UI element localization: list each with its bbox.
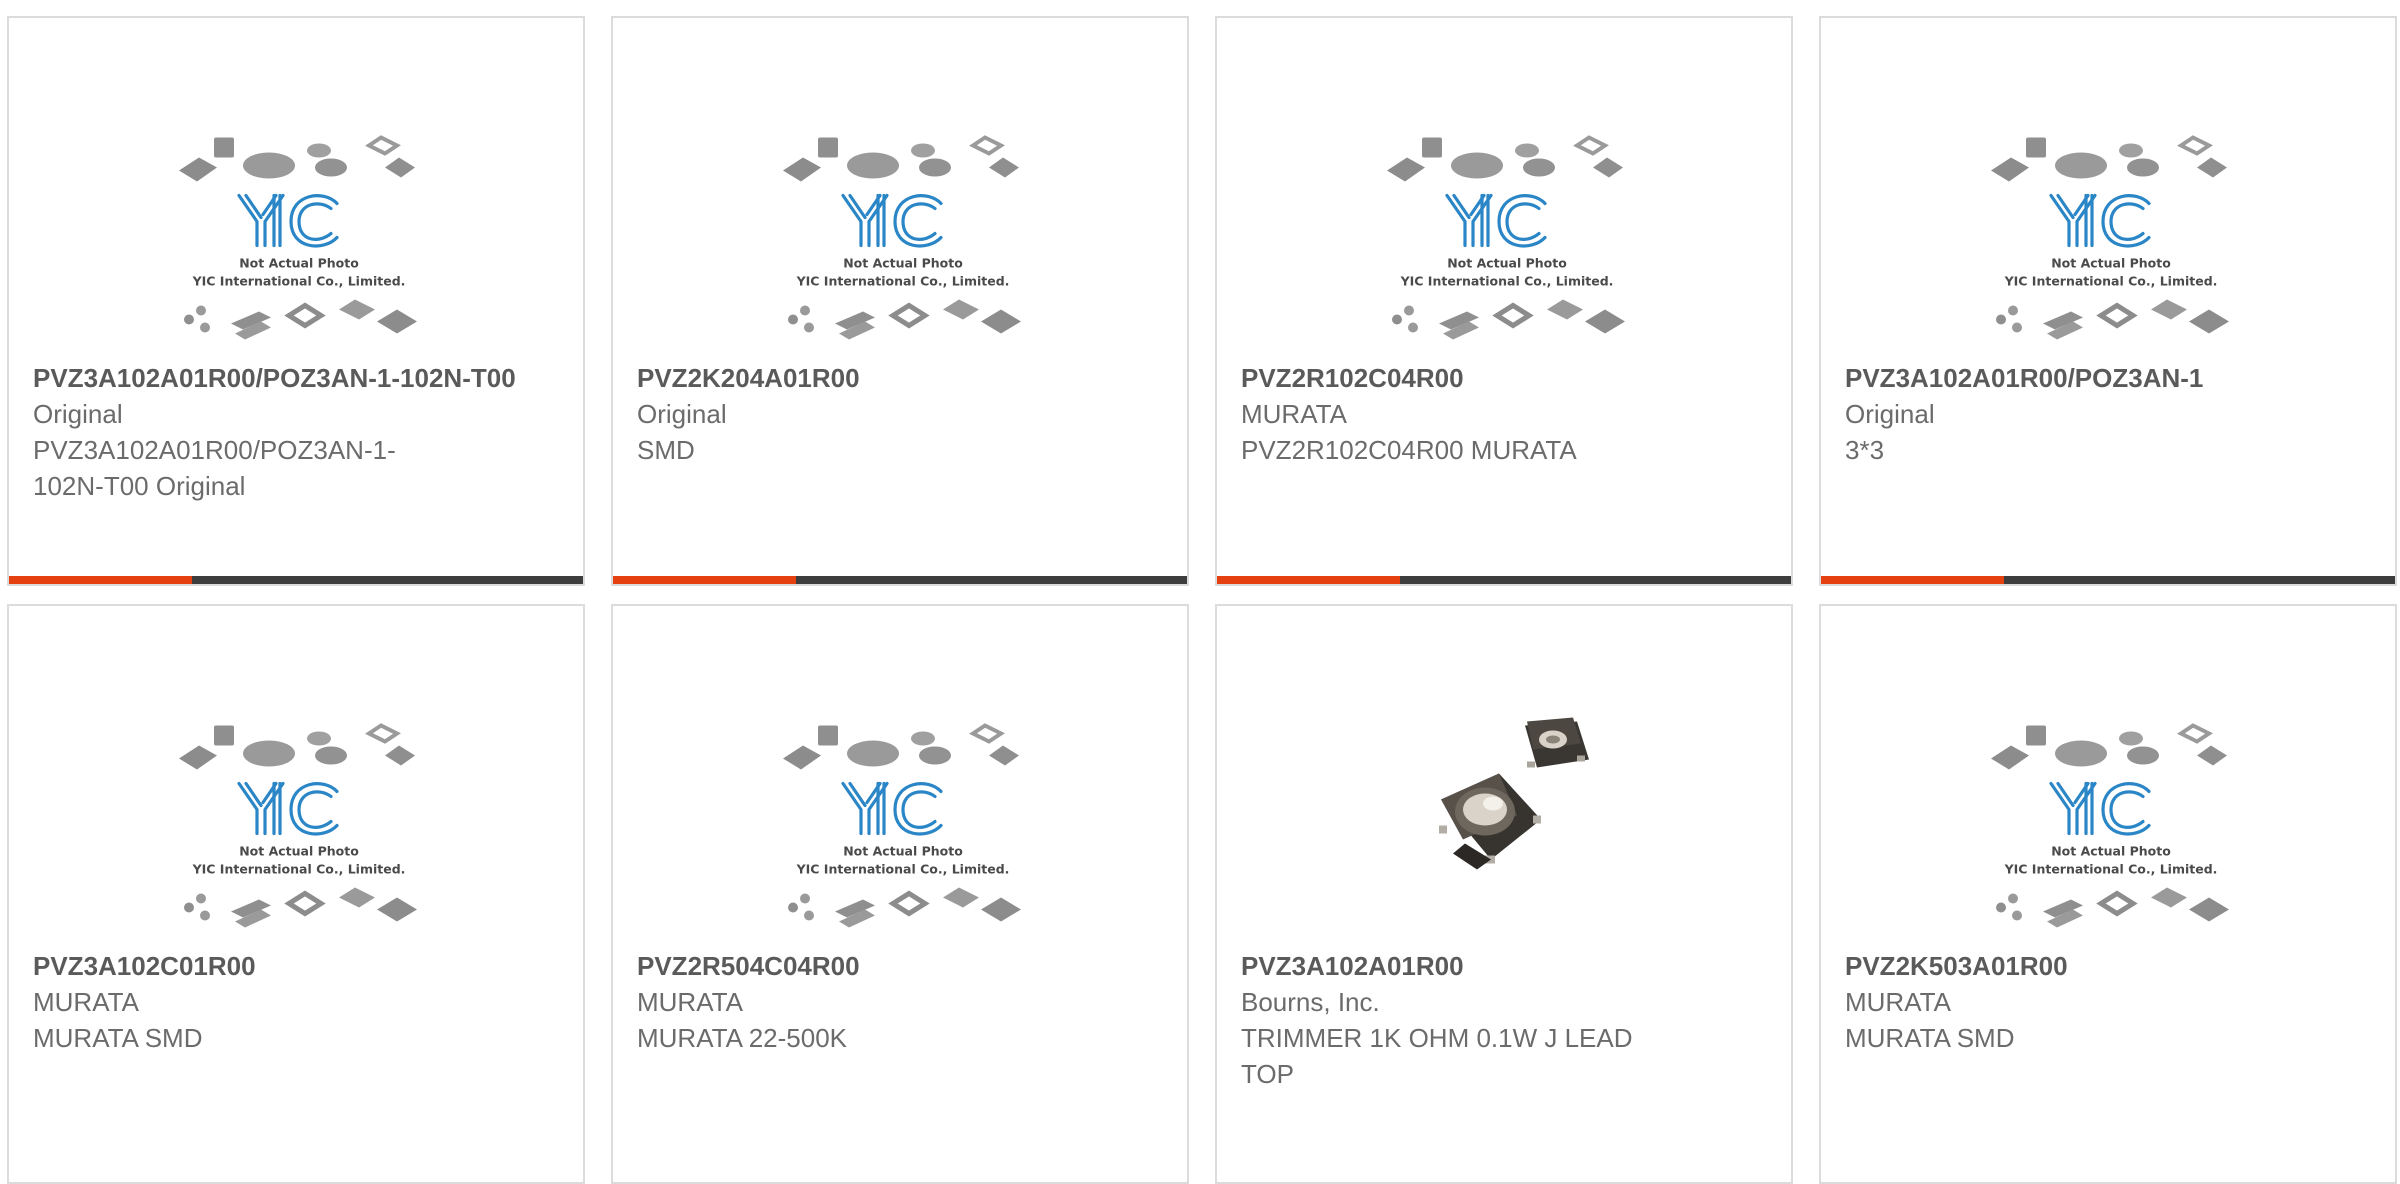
product-brand: MURATA xyxy=(1845,987,1951,1017)
card-accent-bar xyxy=(613,576,796,584)
product-card[interactable]: PVZ3A102A01R00/POZ3AN-1 Original 3*3 xyxy=(1819,16,2397,586)
product-image[interactable] xyxy=(763,691,1043,946)
product-brand: MURATA xyxy=(33,987,139,1017)
product-description: TRIMMER 1K OHM 0.1W J LEAD TOP xyxy=(1241,1023,1633,1089)
product-card[interactable]: PVZ3A102A01R00 Bourns, Inc. TRIMMER 1K O… xyxy=(1215,604,1793,1184)
card-bottom-bar xyxy=(1821,576,2395,584)
product-card[interactable]: PVZ2R102C04R00 MURATA PVZ2R102C04R00 MUR… xyxy=(1215,16,1793,586)
product-description: MURATA 22-500K xyxy=(637,1023,848,1053)
product-card[interactable]: PVZ2K204A01R00 Original SMD xyxy=(611,16,1189,586)
product-description: PVZ2R102C04R00 MURATA xyxy=(1241,435,1577,465)
product-image[interactable] xyxy=(1367,103,1647,358)
product-part-number[interactable]: PVZ2R504C04R00 xyxy=(637,948,1177,984)
product-part-number[interactable]: PVZ2R102C04R00 xyxy=(1241,360,1781,396)
product-card[interactable]: PVZ2K503A01R00 MURATA MURATA SMD xyxy=(1819,604,2397,1184)
product-description: PVZ3A102A01R00/POZ3AN-1-102N-T00 Origina… xyxy=(33,435,396,501)
product-image[interactable] xyxy=(159,103,439,358)
yic-placeholder-image xyxy=(1971,103,2251,358)
card-bottom-bar xyxy=(613,576,1187,584)
product-part-number[interactable]: PVZ2K204A01R00 xyxy=(637,360,1177,396)
yic-placeholder-image xyxy=(763,691,1043,946)
product-image[interactable] xyxy=(1971,103,2251,358)
product-part-number[interactable]: PVZ3A102C01R00 xyxy=(33,948,573,984)
product-image[interactable] xyxy=(763,103,1043,358)
product-part-number[interactable]: PVZ3A102A01R00 xyxy=(1241,948,1781,984)
product-image[interactable] xyxy=(159,691,439,946)
product-image[interactable] xyxy=(1367,691,1647,946)
product-part-number[interactable]: PVZ2K503A01R00 xyxy=(1845,948,2385,984)
product-card[interactable]: PVZ2R504C04R00 MURATA MURATA 22-500K xyxy=(611,604,1189,1184)
product-brand: Original xyxy=(1845,399,1935,429)
product-description: MURATA SMD xyxy=(1845,1023,2015,1053)
product-card[interactable]: PVZ3A102A01R00/POZ3AN-1-102N-T00 Origina… xyxy=(7,16,585,586)
card-bottom-bar xyxy=(9,576,583,584)
product-brand: Bourns, Inc. xyxy=(1241,987,1380,1017)
product-grid: PVZ3A102A01R00/POZ3AN-1-102N-T00 Origina… xyxy=(0,0,2400,1184)
product-part-number[interactable]: PVZ3A102A01R00/POZ3AN-1-102N-T00 xyxy=(33,360,573,396)
trimmer-potentiometer-photo xyxy=(1439,717,1589,870)
product-card[interactable]: PVZ3A102C01R00 MURATA MURATA SMD xyxy=(7,604,585,1184)
product-image[interactable] xyxy=(1971,691,2251,946)
product-description: SMD xyxy=(637,435,695,465)
yic-placeholder-image xyxy=(1367,103,1647,358)
yic-placeholder-image xyxy=(159,103,439,358)
card-accent-bar xyxy=(1217,576,1400,584)
product-description: MURATA SMD xyxy=(33,1023,203,1053)
product-brand: Original xyxy=(637,399,727,429)
yic-placeholder-image xyxy=(763,103,1043,358)
card-accent-bar xyxy=(9,576,192,584)
card-accent-bar xyxy=(1821,576,2004,584)
product-part-number[interactable]: PVZ3A102A01R00/POZ3AN-1 xyxy=(1845,360,2385,396)
yic-placeholder-image xyxy=(159,691,439,946)
product-brand: Original xyxy=(33,399,123,429)
product-description: 3*3 xyxy=(1845,435,1885,465)
card-bottom-bar xyxy=(1217,576,1791,584)
product-brand: MURATA xyxy=(637,987,743,1017)
product-brand: MURATA xyxy=(1241,399,1347,429)
yic-placeholder-image xyxy=(1971,691,2251,946)
